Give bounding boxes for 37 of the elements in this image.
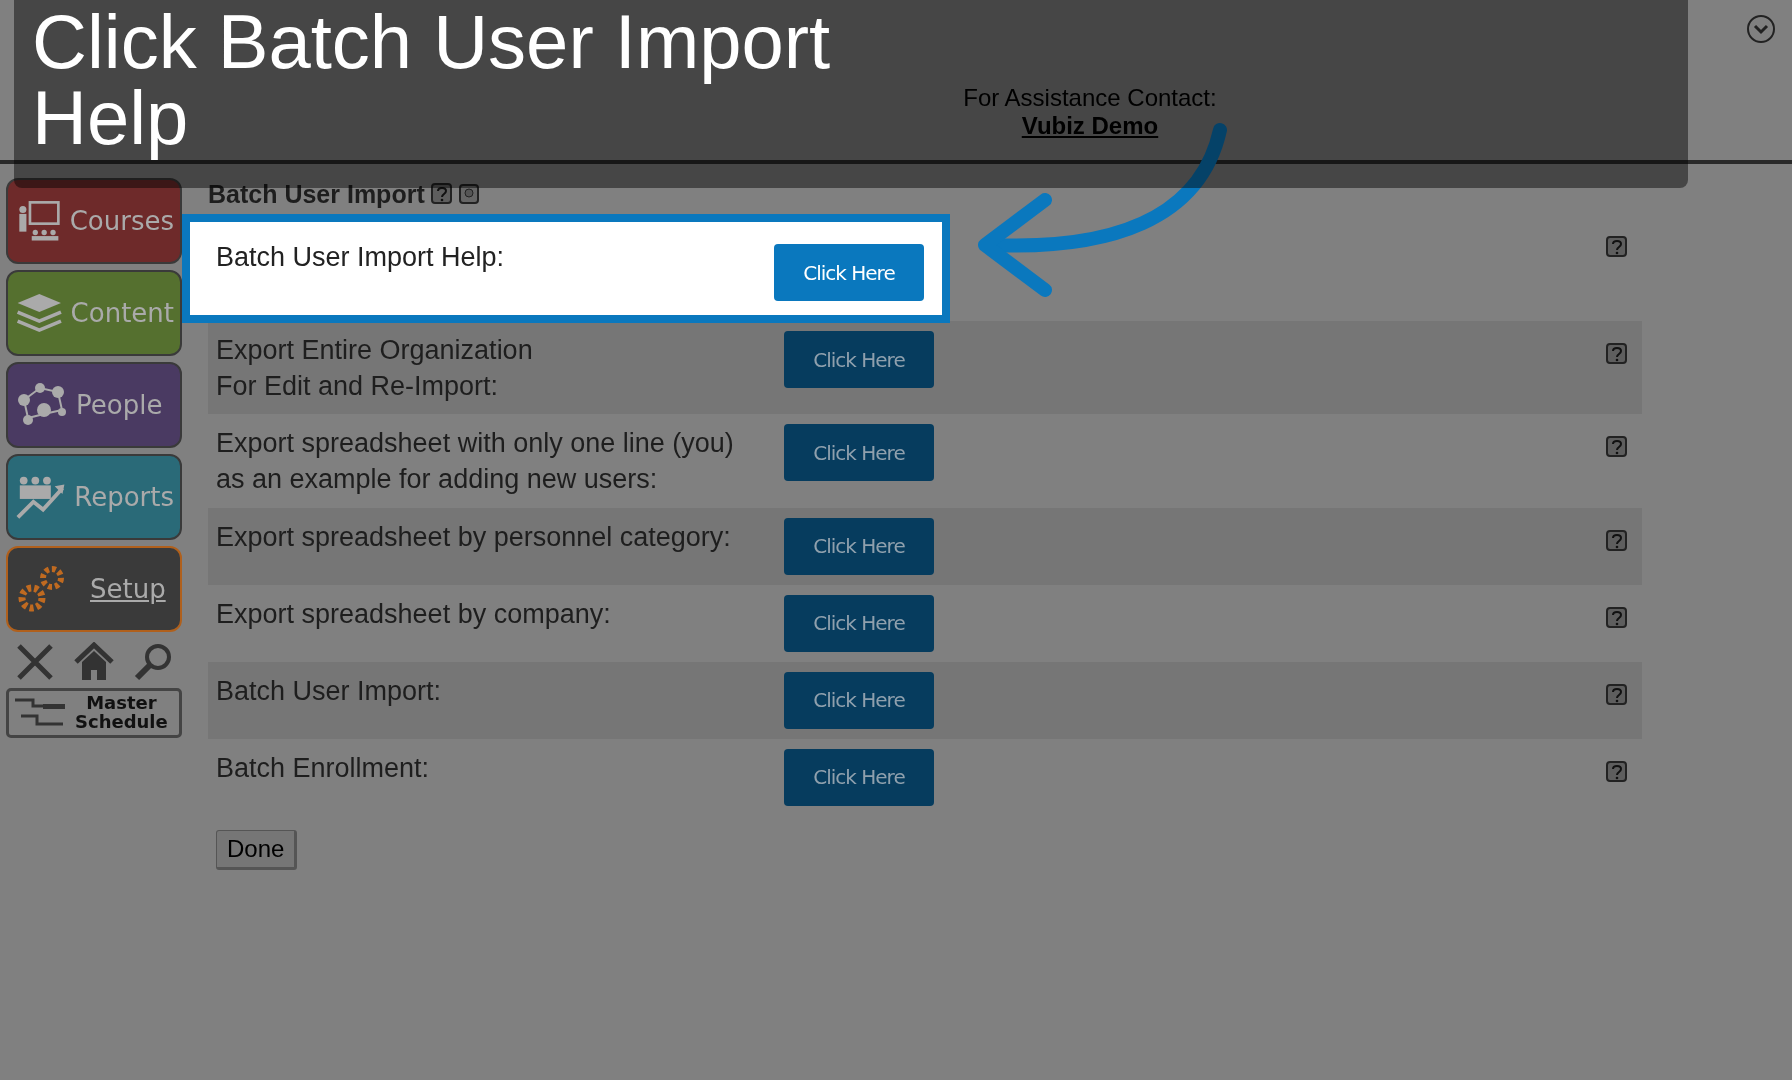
home-icon[interactable] [73,642,115,682]
nav-button[interactable]: Setup [6,546,182,632]
row-label: Batch User Import: [216,674,443,708]
help-icon[interactable] [1606,529,1628,552]
click-here-button[interactable]: Click Here [784,517,934,575]
nav-button[interactable]: Reports [6,454,182,540]
click-here-button[interactable]: Click Here [784,748,934,806]
help-icon[interactable] [1606,343,1628,365]
row-label: Export spreadsheet by personnel category: [216,520,732,554]
row-label: Batch User Import Help: [216,241,506,274]
master-schedule-button[interactable]: Master Schedule [6,688,182,738]
click-here-button[interactable]: Click Here [774,244,924,301]
document-icon[interactable] [458,184,479,204]
close-icon[interactable] [15,642,55,682]
section-title: Batch User Import [208,179,425,209]
click-here-button[interactable]: Click Here [784,671,934,729]
click-here-button[interactable]: Click Here [784,594,934,652]
row-label: Export spreadsheet with only one line (you) as an example for adding new users: [216,427,735,496]
chevron-down-icon[interactable] [1746,14,1776,44]
help-icon[interactable] [1606,606,1628,629]
click-here-button[interactable]: Click Here [784,424,934,482]
nav-button[interactable]: Courses [6,178,182,264]
nav-button[interactable]: People [6,362,182,448]
help-icon[interactable] [1606,683,1628,706]
click-here-button[interactable]: Click Here [784,331,934,388]
help-icon[interactable] [1606,436,1628,459]
row-label: Export Entire Organization For Edit and Re-Import: [216,334,534,403]
row-label: Export spreadsheet by company: [216,597,612,631]
assistance-label: For Assistance Contact: [963,84,1217,112]
row-label: Batch Enrollment: [216,751,431,785]
help-icon[interactable] [1606,236,1628,258]
done-button[interactable]: Done [216,829,298,870]
help-icon[interactable] [430,183,453,205]
search-icon[interactable] [133,642,173,682]
contact-link[interactable]: Vubiz Demo [1021,112,1159,140]
nav-button[interactable]: Content [6,270,182,356]
help-icon[interactable] [1606,760,1628,783]
